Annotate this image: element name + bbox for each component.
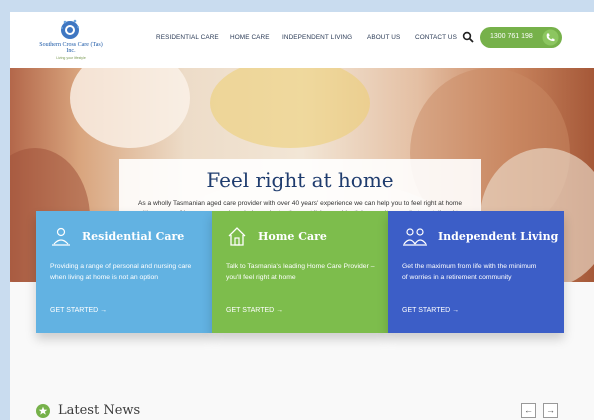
- brand-name: Southern Cross Care (Tas) Inc.: [39, 42, 103, 54]
- phone-icon: [542, 29, 559, 46]
- nav-residential-care[interactable]: RESIDENTIAL CARE: [156, 34, 219, 41]
- logo[interactable]: Southern Cross Care (Tas) Inc. Living yo…: [36, 18, 106, 64]
- news-prev-button[interactable]: ←: [521, 403, 536, 418]
- nav-about-us[interactable]: ABOUT US: [367, 34, 400, 41]
- card-title: Home Care: [258, 230, 327, 243]
- phone-button[interactable]: 1300 761 198: [480, 27, 562, 48]
- latest-news-title: Latest News: [58, 403, 141, 418]
- star-badge-icon: [36, 404, 50, 418]
- card-title: Independent Living: [438, 230, 559, 243]
- news-next-button[interactable]: →: [543, 403, 558, 418]
- phone-number: 1300 761 198: [490, 33, 533, 40]
- nav-contact-us[interactable]: CONTACT US: [415, 34, 457, 41]
- brand-tagline: Living your lifestyle: [56, 56, 86, 60]
- card-description: Get the maximum from life with the minim…: [402, 263, 537, 281]
- hero-title: Feel right at home: [206, 168, 394, 192]
- latest-news-section: [10, 282, 594, 420]
- people-icon: [52, 227, 70, 246]
- search-icon[interactable]: [462, 31, 474, 43]
- nav-home-care[interactable]: HOME CARE: [230, 34, 270, 41]
- house-icon: [228, 227, 246, 246]
- site-header: Southern Cross Care (Tas) Inc. Living yo…: [10, 12, 594, 68]
- nav-independent-living[interactable]: INDEPENDENT LIVING: [282, 34, 352, 41]
- southern-cross-logo-icon: [61, 19, 79, 39]
- card-title: Residential Care: [82, 230, 185, 243]
- card-description: Providing a range of personal and nursin…: [50, 263, 192, 281]
- couple-icon: [403, 228, 427, 246]
- card-description: Talk to Tasmania's leading Home Care Pro…: [226, 263, 375, 281]
- page: Feel right at home As a wholly Tasmanian…: [10, 12, 594, 420]
